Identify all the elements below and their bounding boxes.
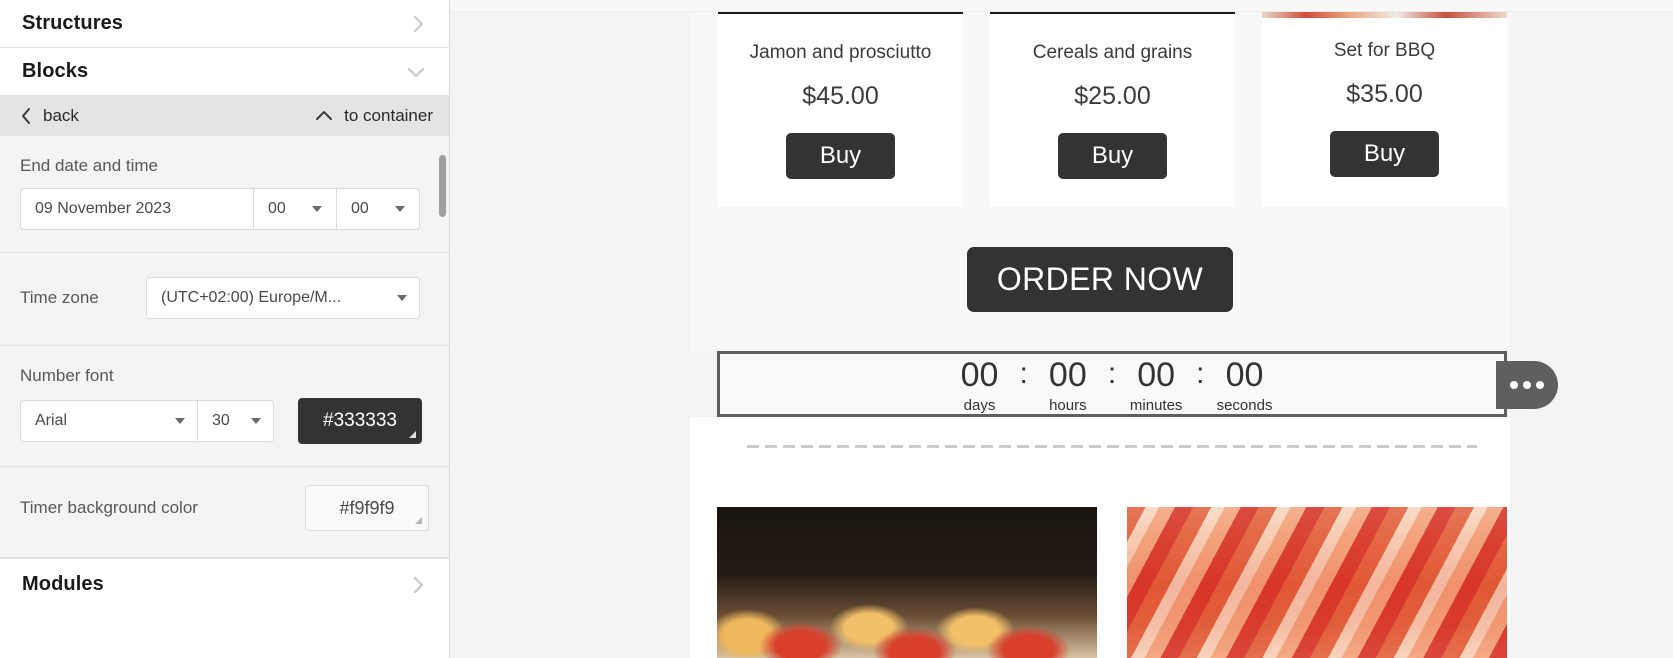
product-card[interactable]: Jamon and prosciutto $45.00 Buy <box>718 12 963 207</box>
timer-background-swatch[interactable]: #f9f9f9 <box>305 485 429 531</box>
countdown-timer: 00 days : 00 hours : 00 minutes : 00 sec… <box>941 358 1282 414</box>
content-image[interactable] <box>717 507 1097 658</box>
back-button[interactable]: back <box>20 106 79 126</box>
dashed-divider <box>747 445 1477 448</box>
timer-background-value: #f9f9f9 <box>339 497 395 518</box>
font-color-swatch[interactable]: #333333 <box>298 398 422 444</box>
number-font-controls: Arial 30 #333333 <box>20 398 429 444</box>
resize-corner-icon <box>409 431 416 438</box>
to-container-label: to container <box>344 106 433 125</box>
time-zone-select[interactable]: (UTC+02:00) Europe/M... <box>146 277 420 319</box>
timer-label-minutes: minutes <box>1129 397 1183 414</box>
chevron-down-icon <box>175 418 185 424</box>
product-price: $45.00 <box>802 82 879 110</box>
timer-value-hours: 00 <box>1048 356 1087 394</box>
chevron-right-icon[interactable] <box>411 13 427 35</box>
chevron-down-icon <box>251 418 261 424</box>
timer-value-seconds: 00 <box>1225 356 1264 394</box>
chevron-up-icon <box>314 109 334 123</box>
timer-separator: : <box>1107 357 1117 390</box>
ellipsis-icon <box>1536 381 1544 389</box>
timer-label-hours: hours <box>1049 397 1087 414</box>
product-price: $25.00 <box>1074 82 1151 110</box>
chevron-right-icon[interactable] <box>411 574 427 596</box>
end-hours-select[interactable]: 00 <box>254 188 337 230</box>
time-zone-label: Time zone <box>20 288 99 307</box>
section-title-modules: Modules <box>22 573 104 595</box>
block-context-menu-button[interactable] <box>1496 361 1558 409</box>
buy-button[interactable]: Buy <box>1329 131 1440 177</box>
chevron-down-icon <box>397 295 407 301</box>
product-cards: Jamon and prosciutto $45.00 Buy Cereals … <box>690 12 1510 207</box>
timer-cell-minutes: 00 minutes <box>1118 358 1194 414</box>
chevron-left-icon <box>20 107 33 125</box>
end-date-field-group: End date and time 09 November 2023 00 00 <box>0 136 449 253</box>
sidebar-section-structures[interactable]: Structures <box>0 0 449 48</box>
chevron-down-icon <box>395 206 405 212</box>
section-title-blocks: Blocks <box>22 60 89 82</box>
product-card[interactable]: Cereals and grains $25.00 Buy <box>990 12 1235 207</box>
chevron-down-icon[interactable] <box>405 64 427 80</box>
ellipsis-icon <box>1510 381 1518 389</box>
chevron-down-icon <box>312 206 322 212</box>
font-size-value: 30 <box>212 412 230 429</box>
font-family-value: Arial <box>35 412 68 429</box>
lower-content-band <box>690 417 1510 658</box>
block-settings-panel: End date and time 09 November 2023 00 00 <box>0 136 449 558</box>
content-image[interactable] <box>1127 507 1507 658</box>
app-root: Structures Blocks back to container End … <box>0 0 1673 658</box>
font-size-select[interactable]: 30 <box>198 400 274 442</box>
timer-background-label: Timer background color <box>20 498 198 517</box>
timer-value-days: 00 <box>960 356 999 394</box>
image-row <box>717 507 1507 658</box>
end-minutes-value: 00 <box>351 200 369 217</box>
back-button-label: back <box>43 106 79 125</box>
email-page-column: Jamon and prosciutto $45.00 Buy Cereals … <box>690 0 1558 658</box>
end-date-input[interactable]: 09 November 2023 <box>20 188 254 230</box>
end-minutes-select[interactable]: 00 <box>337 188 420 230</box>
to-container-button[interactable]: to container <box>314 106 433 126</box>
product-price: $35.00 <box>1346 80 1423 108</box>
timer-cell-seconds: 00 seconds <box>1207 358 1283 414</box>
end-date-value: 09 November 2023 <box>35 200 172 217</box>
timer-value-minutes: 00 <box>1137 356 1176 394</box>
time-zone-field-group: Time zone (UTC+02:00) Europe/M... <box>0 253 449 346</box>
end-hours-value: 00 <box>268 200 286 217</box>
countdown-timer-block[interactable]: 00 days : 00 hours : 00 minutes : 00 sec… <box>717 351 1507 417</box>
number-font-field-group: Number font Arial 30 #333333 <box>0 346 449 467</box>
number-font-label: Number font <box>20 366 114 385</box>
product-title: Cereals and grains <box>1032 42 1193 63</box>
product-title: Jamon and prosciutto <box>749 42 932 63</box>
block-nav-bar: back to container <box>0 96 449 136</box>
products-row: Jamon and prosciutto $45.00 Buy Cereals … <box>690 12 1510 207</box>
product-title: Set for BBQ <box>1333 40 1436 61</box>
resize-corner-icon <box>415 517 422 524</box>
order-now-row: ORDER NOW <box>690 207 1510 352</box>
timer-background-field-group: Timer background color #f9f9f9 <box>0 467 449 558</box>
sidebar-section-modules[interactable]: Modules <box>0 558 449 610</box>
time-zone-value: (UTC+02:00) Europe/M... <box>161 289 342 306</box>
font-color-value: #333333 <box>323 410 397 431</box>
buy-button[interactable]: Buy <box>1057 133 1168 179</box>
email-canvas: Jamon and prosciutto $45.00 Buy Cereals … <box>450 0 1673 658</box>
product-photo <box>1262 12 1507 18</box>
sidebar-section-blocks[interactable]: Blocks <box>0 48 449 96</box>
buy-button[interactable]: Buy <box>785 133 896 179</box>
end-date-label: End date and time <box>20 156 158 175</box>
timer-separator: : <box>1019 357 1028 390</box>
section-title-structures: Structures <box>22 12 124 34</box>
product-card[interactable]: Set for BBQ $35.00 Buy <box>1262 12 1507 207</box>
sidebar-scrollbar-thumb[interactable] <box>439 155 446 217</box>
ellipsis-icon <box>1523 381 1531 389</box>
order-now-button[interactable]: ORDER NOW <box>966 247 1234 312</box>
end-date-controls: 09 November 2023 00 00 <box>20 188 429 230</box>
timer-label-days: days <box>963 397 996 414</box>
timer-cell-hours: 00 hours <box>1030 358 1106 414</box>
timer-separator: : <box>1196 357 1205 390</box>
font-family-select[interactable]: Arial <box>20 400 198 442</box>
editor-sidebar: Structures Blocks back to container End … <box>0 0 450 658</box>
timer-cell-days: 00 days <box>941 358 1017 414</box>
timer-label-seconds: seconds <box>1216 397 1273 414</box>
